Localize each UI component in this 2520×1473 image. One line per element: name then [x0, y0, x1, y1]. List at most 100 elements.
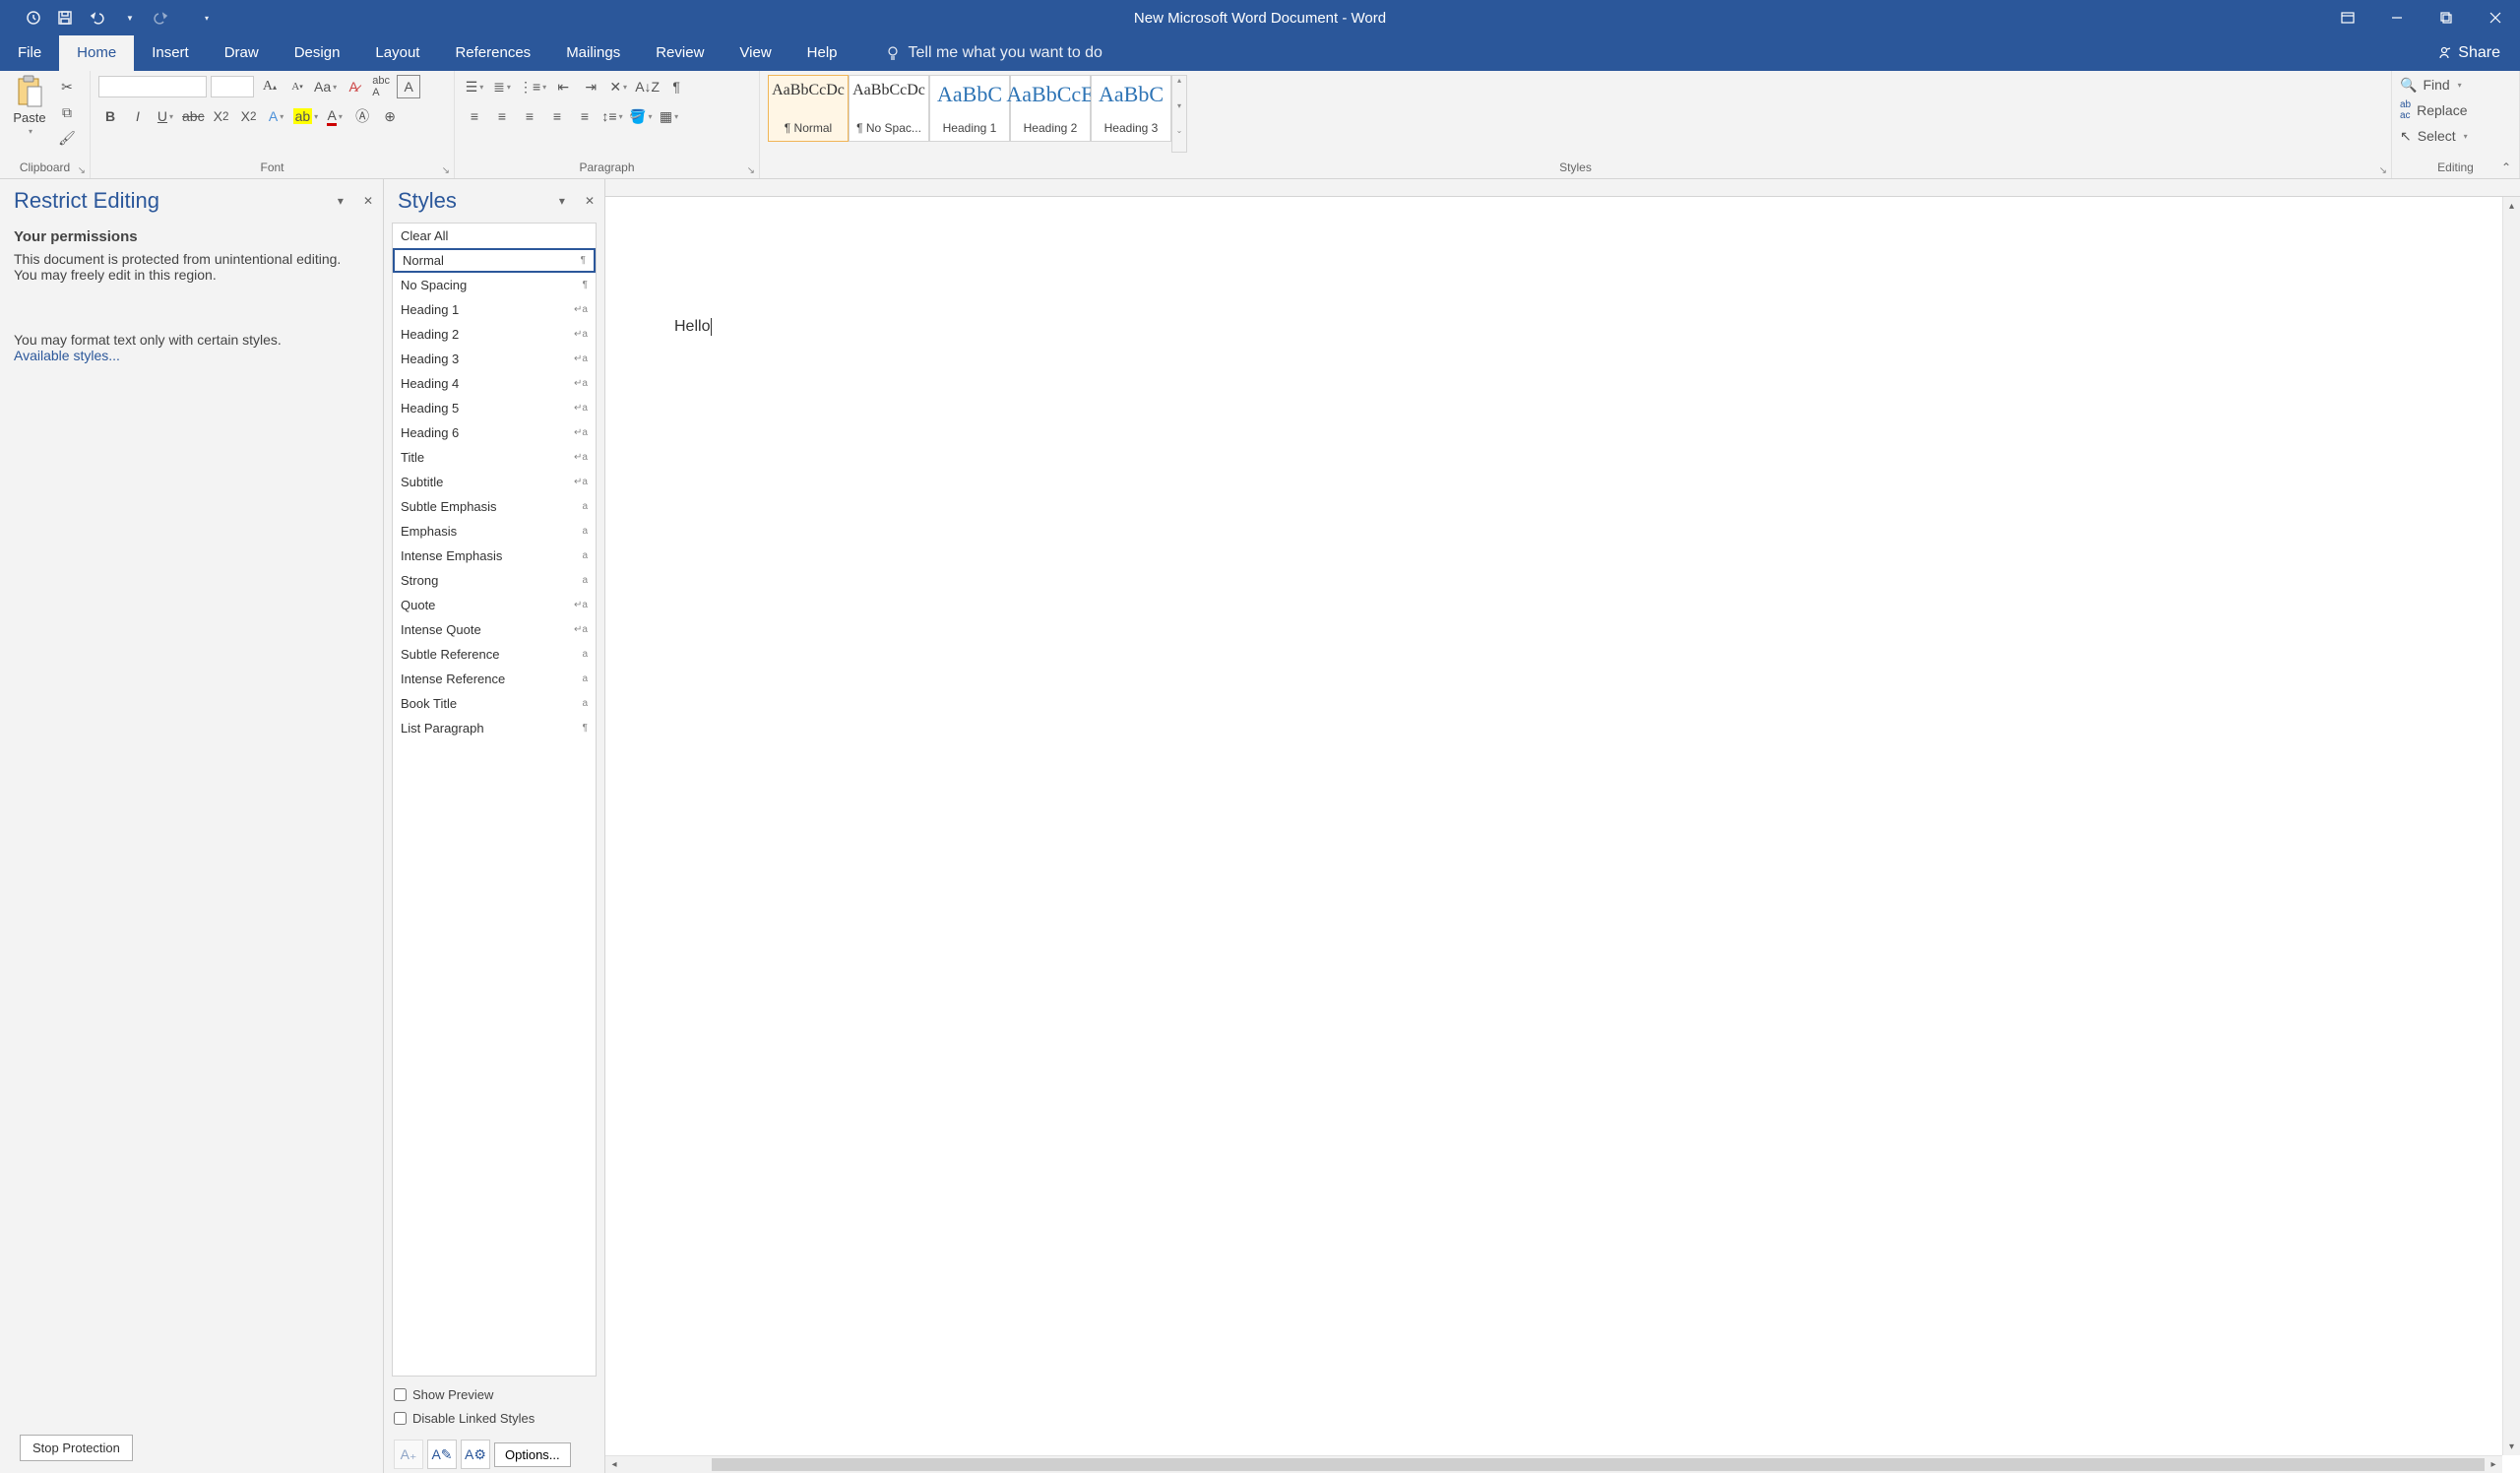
tab-home[interactable]: Home: [59, 35, 134, 71]
style-card-2[interactable]: AaBbCHeading 1: [929, 75, 1010, 142]
tab-insert[interactable]: Insert: [134, 35, 207, 71]
style-row-subtle-emphasis[interactable]: Subtle Emphasisa: [393, 494, 596, 519]
style-row-intense-emphasis[interactable]: Intense Emphasisa: [393, 544, 596, 568]
minimize-icon[interactable]: [2372, 0, 2422, 35]
font-dialog-icon[interactable]: ↘: [442, 165, 450, 176]
align-right-icon[interactable]: ≡: [518, 104, 541, 128]
style-row-quote[interactable]: Quote↵a: [393, 593, 596, 617]
character-border-icon[interactable]: A: [397, 75, 420, 98]
autosave-icon[interactable]: [20, 4, 47, 32]
clipboard-dialog-icon[interactable]: ↘: [78, 165, 86, 176]
document-page[interactable]: Hello: [674, 317, 712, 336]
style-row-no-spacing[interactable]: No Spacing¶: [393, 273, 596, 297]
stop-protection-button[interactable]: Stop Protection: [20, 1435, 133, 1461]
superscript-icon[interactable]: X2: [237, 104, 261, 128]
vertical-scrollbar[interactable]: ▴ ▾: [2502, 197, 2520, 1455]
paste-button[interactable]: Paste ▾: [8, 75, 51, 136]
tab-view[interactable]: View: [722, 35, 788, 71]
available-styles-link[interactable]: Available styles...: [14, 348, 120, 363]
text-effects-icon[interactable]: A▾: [265, 104, 288, 128]
decrease-indent-icon[interactable]: ⇤: [551, 75, 575, 98]
style-gallery-scroll[interactable]: ▴ ▾ ⌄: [1171, 75, 1187, 153]
style-row-heading-1[interactable]: Heading 1↵a: [393, 297, 596, 322]
tab-file[interactable]: File: [0, 35, 59, 71]
collapse-ribbon-icon[interactable]: ⌃: [2501, 160, 2511, 174]
align-left-icon[interactable]: ≡: [463, 104, 486, 128]
style-row-emphasis[interactable]: Emphasisa: [393, 519, 596, 544]
align-center-icon[interactable]: ≡: [490, 104, 514, 128]
style-row-normal[interactable]: Normal¶: [393, 248, 596, 273]
strike-icon[interactable]: abc: [181, 104, 206, 128]
styles-pane-close-icon[interactable]: ✕: [585, 194, 595, 208]
style-card-1[interactable]: AaBbCcDc¶ No Spac...: [849, 75, 929, 142]
style-row-list-paragraph[interactable]: List Paragraph¶: [393, 716, 596, 740]
tab-help[interactable]: Help: [789, 35, 855, 71]
ribbon-display-icon[interactable]: [2323, 0, 2372, 35]
multilevel-icon[interactable]: ⋮≡▾: [518, 75, 547, 98]
scroll-up-icon[interactable]: ▴: [2503, 197, 2520, 215]
styles-dialog-icon[interactable]: ↘: [2379, 165, 2387, 176]
tab-mailings[interactable]: Mailings: [548, 35, 638, 71]
sort-icon[interactable]: A↓Z: [634, 75, 661, 98]
new-style-icon[interactable]: A₊: [394, 1440, 423, 1469]
save-icon[interactable]: [51, 4, 79, 32]
qat-customize-icon[interactable]: ▾: [193, 4, 220, 32]
underline-icon[interactable]: U▾: [154, 104, 177, 128]
shrink-font-icon[interactable]: A▾: [285, 75, 309, 98]
style-row-heading-6[interactable]: Heading 6↵a: [393, 420, 596, 445]
subscript-icon[interactable]: X2: [210, 104, 233, 128]
phonetic-guide-icon[interactable]: abcA: [369, 75, 393, 98]
scroll-down-icon[interactable]: ▾: [2503, 1438, 2520, 1455]
style-card-3[interactable]: AaBbCcEHeading 2: [1010, 75, 1091, 142]
tab-references[interactable]: References: [437, 35, 548, 71]
options-button[interactable]: Options...: [494, 1442, 571, 1467]
hscroll-thumb[interactable]: [712, 1458, 2485, 1471]
style-row-heading-5[interactable]: Heading 5↵a: [393, 396, 596, 420]
tell-me[interactable]: Tell me what you want to do: [885, 44, 1102, 62]
style-row-book-title[interactable]: Book Titlea: [393, 691, 596, 716]
ruler[interactable]: [605, 179, 2520, 197]
bullets-icon[interactable]: ☰▾: [463, 75, 486, 98]
horizontal-scrollbar[interactable]: ◂ ▸: [605, 1455, 2502, 1473]
style-row-heading-4[interactable]: Heading 4↵a: [393, 371, 596, 396]
undo-icon[interactable]: [83, 4, 110, 32]
select-button[interactable]: ↖Select▾: [2400, 124, 2468, 148]
style-card-4[interactable]: AaBbCHeading 3: [1091, 75, 1171, 142]
font-color-icon[interactable]: A▾: [323, 104, 346, 128]
style-row-strong[interactable]: Stronga: [393, 568, 596, 593]
find-button[interactable]: 🔍Find▾: [2400, 73, 2462, 96]
disable-linked-checkbox[interactable]: Disable Linked Styles: [394, 1406, 595, 1430]
clear-formatting-icon[interactable]: A̷: [342, 75, 365, 98]
style-row-heading-2[interactable]: Heading 2↵a: [393, 322, 596, 347]
maximize-icon[interactable]: [2422, 0, 2471, 35]
style-row-clear-all[interactable]: Clear All: [393, 224, 596, 248]
style-card-0[interactable]: AaBbCcDc¶ Normal: [768, 75, 849, 142]
close-icon[interactable]: [2471, 0, 2520, 35]
asian-layout-icon[interactable]: ✕▾: [606, 75, 630, 98]
bold-icon[interactable]: B: [98, 104, 122, 128]
borders-icon[interactable]: ▦▾: [657, 104, 680, 128]
style-inspector-icon[interactable]: A✎: [427, 1440, 457, 1469]
line-spacing-icon[interactable]: ↕≡▾: [600, 104, 624, 128]
enclose-icon[interactable]: Ⓐ: [350, 104, 374, 128]
cut-icon[interactable]: ✂: [55, 75, 79, 98]
styles-pane-dropdown-icon[interactable]: ▾: [559, 194, 565, 208]
justify-icon[interactable]: ≡: [545, 104, 569, 128]
numbering-icon[interactable]: ≣▾: [490, 75, 514, 98]
style-row-heading-3[interactable]: Heading 3↵a: [393, 347, 596, 371]
distributed-icon[interactable]: ≡: [573, 104, 597, 128]
scroll-right-icon[interactable]: ▸: [2485, 1456, 2502, 1473]
shading-icon[interactable]: 🪣▾: [628, 104, 653, 128]
show-preview-checkbox[interactable]: Show Preview: [394, 1382, 595, 1406]
tab-design[interactable]: Design: [277, 35, 358, 71]
tab-layout[interactable]: Layout: [357, 35, 437, 71]
tab-review[interactable]: Review: [638, 35, 722, 71]
restrict-pane-close-icon[interactable]: ✕: [363, 194, 373, 208]
format-painter-icon[interactable]: 🖌: [55, 126, 79, 150]
show-marks-icon[interactable]: ¶: [664, 75, 688, 98]
replace-button[interactable]: abacReplace: [2400, 98, 2468, 122]
copy-icon[interactable]: ⧉: [55, 100, 79, 124]
grow-font-icon[interactable]: A▴: [258, 75, 282, 98]
hscroll-track[interactable]: [623, 1456, 2485, 1473]
style-row-intense-quote[interactable]: Intense Quote↵a: [393, 617, 596, 642]
